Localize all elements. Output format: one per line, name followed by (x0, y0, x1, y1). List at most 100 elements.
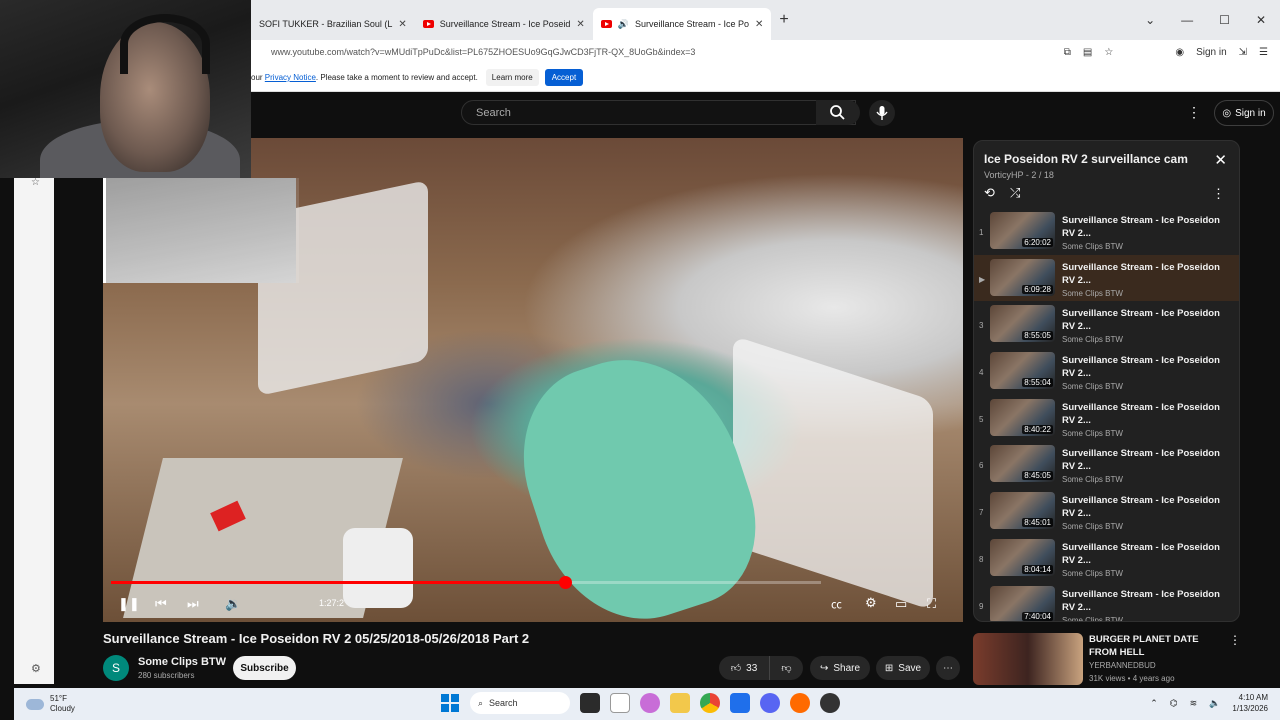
new-tab-icon[interactable]: + (779, 11, 788, 29)
shuffle-icon[interactable]: ⤮ (1010, 185, 1020, 201)
weather-widget[interactable]: 51°F Cloudy (26, 694, 75, 714)
playlist-item[interactable]: 5 8:40:22 Surveillance Stream - Ice Poseid… (974, 395, 1239, 442)
volume-icon[interactable]: 🔉 (225, 596, 241, 612)
star-icon[interactable]: ☆ (31, 177, 40, 188)
playlist-item[interactable]: 7 8:45:01 Surveillance Stream - Ice Poseid… (974, 488, 1239, 535)
settings-gear-icon[interactable]: ⚙ (865, 595, 877, 611)
taskbar-search[interactable]: ⌕ Search (470, 692, 570, 714)
bookmark-star-icon[interactable]: ☆ (1104, 47, 1113, 58)
close-icon[interactable]: ✕ (1214, 151, 1227, 169)
tab-close-icon[interactable]: ✕ (755, 19, 763, 30)
discord-icon[interactable] (760, 693, 780, 713)
volume-icon[interactable]: 🔈 (1209, 698, 1220, 709)
wifi-icon[interactable]: ≋ (1190, 698, 1198, 709)
accept-button[interactable]: Accept (544, 69, 584, 86)
more-actions-button[interactable]: ⋯ (936, 656, 960, 680)
fullscreen-icon[interactable]: ⛶ (927, 596, 936, 612)
firefox-icon[interactable] (790, 693, 810, 713)
youtube-favicon-icon (600, 20, 612, 28)
playlist-item-thumbnail[interactable]: 8:04:14 (990, 538, 1055, 576)
network-icon[interactable]: ⌬ (1170, 698, 1178, 709)
save-button[interactable]: ⊞ Save (876, 656, 930, 680)
more-options-icon[interactable]: ⋮ (1212, 186, 1225, 202)
playlist-item-thumbnail[interactable]: 8:55:05 (990, 305, 1055, 343)
video-player[interactable]: ❚❚ ⏮ ⏭ 🔉 1:27:2 ㏄ ⚙ ▭ ⛶ (103, 138, 963, 622)
avatar[interactable]: S (103, 655, 129, 681)
playlist-item-thumbnail[interactable]: 7:40:04 (990, 585, 1055, 621)
related-video-title[interactable]: BURGER PLANET DATE FROM HELL (1089, 633, 1229, 659)
miniplayer-icon[interactable]: ▭ (895, 596, 907, 612)
playlist-item[interactable]: 1 6:20:02 Surveillance Stream - Ice Poseid… (974, 208, 1239, 255)
notes-icon[interactable] (730, 693, 750, 713)
related-video-thumbnail[interactable] (973, 633, 1083, 685)
playlist-item-thumbnail[interactable]: 8:40:22 (990, 398, 1055, 436)
voice-search-button[interactable] (869, 100, 895, 126)
page-left-edge: ⚙ ☆ (14, 177, 54, 684)
playlist-item-thumbnail[interactable]: 6:09:28 (990, 258, 1055, 296)
loop-icon[interactable]: ⟲ (984, 185, 995, 201)
captions-icon[interactable]: ㏄ (831, 596, 842, 612)
share-button[interactable]: ↪ Share (810, 656, 870, 680)
tab-close-icon[interactable]: ✕ (576, 19, 584, 30)
pause-icon[interactable]: ❚❚ (118, 596, 140, 612)
reader-view-icon[interactable]: ▤ (1083, 47, 1092, 58)
file-explorer-icon[interactable] (670, 693, 690, 713)
close-window-icon[interactable]: ✕ (1256, 13, 1266, 27)
url-field[interactable]: www.youtube.com/watch?v=wMUdiTpPuDc&list… (271, 47, 1064, 57)
youtube-sign-in-button[interactable]: ◎ Sign in (1214, 100, 1274, 126)
maximize-icon[interactable]: ☐ (1219, 13, 1230, 27)
playlist-item[interactable]: 6 8:45:05 Surveillance Stream - Ice Poseid… (974, 441, 1239, 488)
next-icon[interactable]: ⏭ (187, 596, 199, 612)
speaker-icon[interactable]: 🔊 (618, 19, 629, 30)
playlist-item-thumbnail[interactable]: 8:45:01 (990, 492, 1055, 530)
related-video-channel[interactable]: YERBANNEDBUD (1089, 661, 1156, 670)
cloud-icon (26, 698, 44, 710)
task-view-icon[interactable] (580, 693, 600, 713)
playlist-item[interactable]: 9 7:40:04 Surveillance Stream - Ice Poseid… (974, 582, 1239, 621)
progress-bar[interactable] (111, 576, 821, 589)
browser-tab-3[interactable]: 🔊 Surveillance Stream - Ice Po ✕ (592, 8, 772, 40)
search-button[interactable] (816, 100, 860, 125)
extensions-icon[interactable]: ⇲ (1239, 47, 1247, 58)
channel-name[interactable]: Some Clips BTW (138, 656, 226, 668)
playlist-item[interactable]: ▶ 6:09:28 Surveillance Stream - Ice Poseid… (974, 254, 1239, 302)
dislike-button[interactable]: 👎︎ (769, 656, 803, 680)
playlist-item[interactable]: 3 8:55:05 Surveillance Stream - Ice Poseid… (974, 301, 1239, 348)
learn-more-button[interactable]: Learn more (485, 69, 539, 86)
previous-icon[interactable]: ⏮ (155, 596, 167, 612)
app-icon[interactable] (820, 693, 840, 713)
notepad-icon[interactable] (610, 693, 630, 713)
settings-menu-icon[interactable]: ⋮ (1187, 104, 1201, 121)
playlist-item-thumbnail[interactable]: 8:45:05 (990, 445, 1055, 483)
gear-icon[interactable]: ⚙ (31, 662, 41, 675)
time-display: 1:27:2 (319, 598, 345, 608)
search-input[interactable]: Search (461, 100, 856, 125)
minimize-icon[interactable]: — (1181, 13, 1193, 27)
windows-start-icon[interactable] (440, 693, 460, 713)
browser-tab-2[interactable]: Surveillance Stream - Ice Poseid ✕ (415, 8, 593, 40)
menu-icon[interactable]: ☰ (1259, 47, 1268, 58)
clock[interactable]: 4:10 AM 1/13/2026 (1232, 692, 1268, 714)
browser-tab-1[interactable]: SOFI TUKKER - Brazilian Soul (L ✕ (251, 8, 415, 40)
chrome-icon[interactable] (700, 693, 720, 713)
playlist-title[interactable]: Ice Poseidon RV 2 surveillance cam (984, 152, 1188, 166)
clock-time: 4:10 AM (1238, 693, 1268, 702)
more-options-icon[interactable]: ⋮ (1229, 633, 1241, 647)
playlist-item-thumbnail[interactable]: 6:20:02 (990, 212, 1055, 249)
tab-list-chevron-icon[interactable]: ⌄ (1145, 13, 1155, 27)
chevron-up-icon[interactable]: ⌃ (1150, 698, 1158, 709)
like-button[interactable]: 👍︎ 33 (719, 656, 769, 680)
account-icon[interactable]: ◉ (1175, 47, 1184, 58)
browser-sign-in-button[interactable]: Sign in (1196, 47, 1227, 58)
playlist-item-thumbnail[interactable]: 8:55:04 (990, 352, 1055, 390)
tab-close-icon[interactable]: ✕ (398, 19, 406, 30)
playlist-item[interactable]: 4 8:55:04 Surveillance Stream - Ice Poseid… (974, 348, 1239, 395)
subscribe-button[interactable]: Subscribe (233, 656, 296, 680)
privacy-notice-link[interactable]: Privacy Notice (265, 73, 316, 82)
consent-text: . Please take a moment to review and acc… (315, 73, 478, 82)
playlist-item[interactable]: 8 8:04:14 Surveillance Stream - Ice Poseid… (974, 535, 1239, 582)
playlist-item-number: 4 (979, 368, 984, 378)
copilot-icon[interactable] (640, 693, 660, 713)
progress-scrubber[interactable] (559, 576, 573, 589)
translate-icon[interactable]: ⧉ (1064, 47, 1071, 58)
